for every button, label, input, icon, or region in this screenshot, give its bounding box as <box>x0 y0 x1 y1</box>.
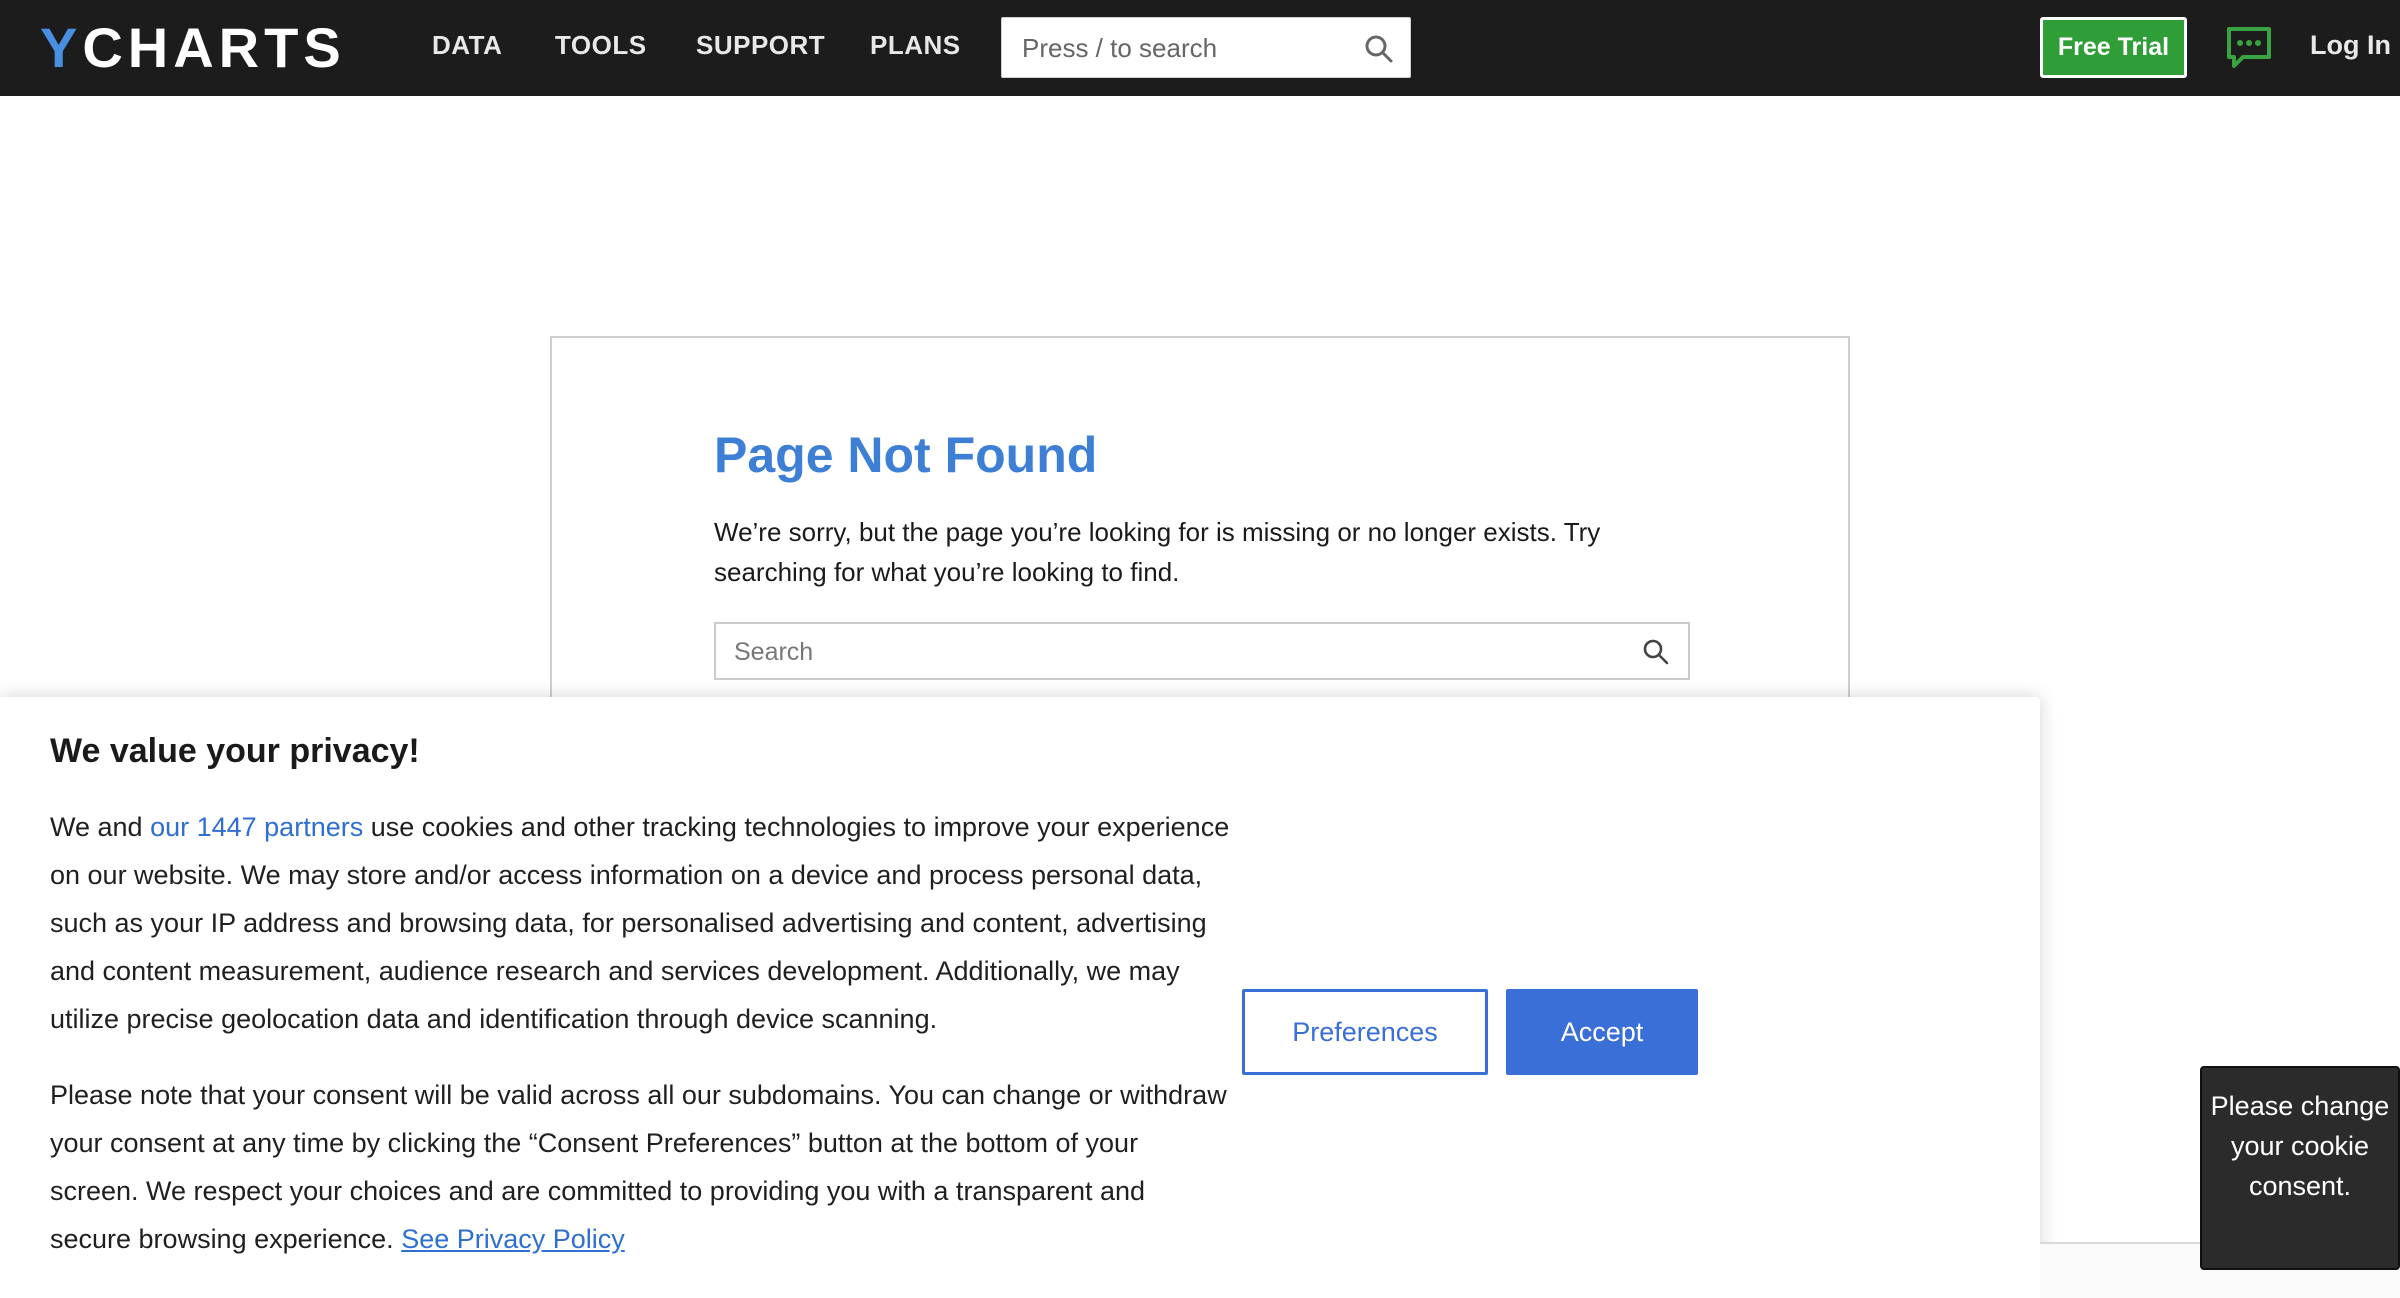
logo-y: Y <box>40 16 83 79</box>
ycharts-logo[interactable]: Y CHARTS <box>40 20 346 76</box>
cookie-p1-after: use cookies and other tracking technolog… <box>50 812 1230 1034</box>
not-found-card: Page Not Found We’re sorry, but the page… <box>550 336 1850 756</box>
page-search-input[interactable] <box>734 634 1614 670</box>
nav-support[interactable]: SUPPORT <box>696 30 825 66</box>
cookie-paragraph-2: Please note that your consent will be va… <box>50 1071 1230 1263</box>
top-navbar: YCHARTS DATA TOOLS SUPPORT PLANS Free Tr… <box>0 0 2400 96</box>
cookie-p1-before: We and <box>50 812 151 842</box>
top-search-box <box>1001 17 1411 78</box>
preferences-button[interactable]: Preferences <box>1242 989 1488 1075</box>
cookie-title: We value your privacy! <box>50 732 420 770</box>
nav-plans[interactable]: PLANS <box>870 30 961 66</box>
search-icon[interactable] <box>1364 34 1394 64</box>
chat-icon[interactable] <box>2225 25 2273 71</box>
logo-text: CHARTS <box>82 16 346 79</box>
cookie-p2-text: Please note that your consent will be va… <box>50 1080 1227 1254</box>
cookie-consent-banner: We value your privacy! We and our 1447 p… <box>0 697 2040 1298</box>
free-trial-button[interactable]: Free Trial <box>2040 17 2187 78</box>
cookie-paragraph-1: We and our 1447 partners use cookies and… <box>50 803 1230 1043</box>
page-title: Page Not Found <box>714 427 1098 483</box>
top-search-input[interactable] <box>1022 30 1342 66</box>
not-found-message: We’re sorry, but the page you’re looking… <box>714 517 1601 587</box>
nav-data[interactable]: DATA <box>432 30 502 66</box>
nav-tools[interactable]: TOOLS <box>555 30 647 66</box>
login-link[interactable]: Log In <box>2310 30 2391 66</box>
privacy-policy-link[interactable]: See Privacy Policy <box>401 1224 625 1254</box>
partners-link[interactable]: our 1447 partners <box>150 812 363 842</box>
search-icon[interactable] <box>1642 638 1670 666</box>
accept-button[interactable]: Accept <box>1506 989 1698 1075</box>
page-search-box <box>714 622 1690 680</box>
cookie-consent-tooltip: Please change your cookie consent. <box>2200 1066 2400 1270</box>
